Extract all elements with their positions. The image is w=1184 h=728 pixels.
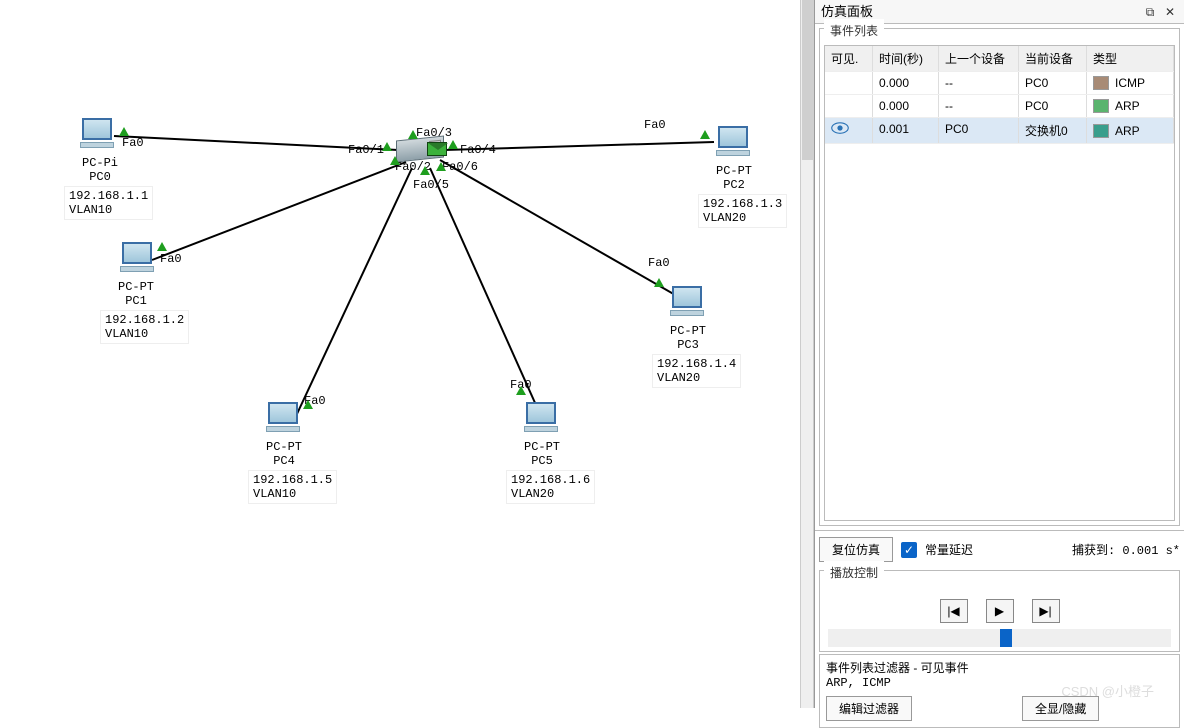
event-list-group: 事件列表 可见. 时间(秒) 上一个设备 当前设备 类型 0.000--PC0I… bbox=[819, 28, 1180, 526]
pc-device-pc2[interactable] bbox=[714, 126, 752, 160]
reset-sim-button[interactable]: 复位仿真 bbox=[819, 537, 893, 562]
filter-protocols: ARP, ICMP bbox=[826, 676, 1173, 690]
skip-next-icon: ▶| bbox=[1039, 604, 1051, 618]
const-delay-label: 常量延迟 bbox=[925, 541, 973, 558]
switch-port-label: Fa0/3 bbox=[416, 126, 452, 140]
pc-device-pc4[interactable] bbox=[264, 402, 302, 436]
show-hide-button[interactable]: 全显/隐藏 bbox=[1022, 696, 1099, 721]
link-up-icon bbox=[420, 166, 430, 175]
event-row[interactable]: 0.001PC0交换机0ARP bbox=[825, 118, 1174, 144]
link-up-icon bbox=[303, 400, 313, 409]
link-up-icon bbox=[157, 242, 167, 251]
canvas-scrollbar[interactable] bbox=[800, 0, 814, 708]
step-back-button[interactable]: |◀ bbox=[940, 599, 968, 623]
topology-canvas[interactable]: Fa0/1Fa0/2Fa0/3Fa0/4Fa0/5Fa0/6PC-Pi PC01… bbox=[0, 0, 812, 708]
pc-info: 192.168.1.3 VLAN20 bbox=[698, 194, 787, 228]
event-table[interactable]: 可见. 时间(秒) 上一个设备 当前设备 类型 0.000--PC0ICMP0.… bbox=[824, 45, 1175, 521]
switch-port-label: Fa0/1 bbox=[348, 143, 384, 157]
switch-port-label: Fa0/4 bbox=[460, 143, 496, 157]
link-up-icon bbox=[700, 130, 710, 139]
link-up-icon bbox=[382, 142, 392, 151]
link-up-icon bbox=[436, 162, 446, 171]
pc-label: PC-Pi PC0 bbox=[82, 156, 118, 184]
event-row[interactable]: 0.000--PC0ICMP bbox=[825, 72, 1174, 95]
col-last: 上一个设备 bbox=[939, 46, 1019, 71]
event-row[interactable]: 0.000--PC0ARP bbox=[825, 95, 1174, 118]
pc-label: PC-PT PC2 bbox=[716, 164, 752, 192]
play-icon: ▶ bbox=[995, 604, 1004, 618]
pc-label: PC-PT PC3 bbox=[670, 324, 706, 352]
event-table-header: 可见. 时间(秒) 上一个设备 当前设备 类型 bbox=[825, 46, 1174, 72]
playback-group: 播放控制 |◀ ▶ ▶| bbox=[819, 570, 1180, 652]
col-time: 时间(秒) bbox=[873, 46, 939, 71]
packet-icon[interactable] bbox=[427, 142, 447, 156]
pc-info: 192.168.1.1 VLAN10 bbox=[64, 186, 153, 220]
switch-port-label: Fa0/5 bbox=[413, 178, 449, 192]
playback-title: 播放控制 bbox=[824, 561, 884, 581]
col-type: 类型 bbox=[1087, 46, 1174, 71]
pc-port-label: Fa0 bbox=[122, 136, 144, 150]
skip-prev-icon: |◀ bbox=[947, 604, 959, 618]
pc-info: 192.168.1.5 VLAN10 bbox=[248, 470, 337, 504]
col-cur: 当前设备 bbox=[1019, 46, 1087, 71]
pc-device-pc0[interactable] bbox=[78, 118, 116, 152]
link-up-icon bbox=[516, 386, 526, 395]
link-up-icon bbox=[448, 140, 458, 149]
simulation-panel: 仿真面板 ⧉ ✕ 事件列表 可见. 时间(秒) 上一个设备 当前设备 类型 0.… bbox=[814, 0, 1184, 708]
pc-label: PC-PT PC1 bbox=[118, 280, 154, 308]
speed-slider[interactable] bbox=[828, 629, 1171, 647]
pc-port-label: Fa0 bbox=[644, 118, 666, 132]
pc-info: 192.168.1.2 VLAN10 bbox=[100, 310, 189, 344]
captured-text: 捕获到: 0.001 s* bbox=[1072, 541, 1180, 558]
link-up-icon bbox=[390, 156, 400, 165]
switch-port-label: Fa0/6 bbox=[442, 160, 478, 174]
link-up-icon bbox=[119, 127, 129, 136]
link-up-icon bbox=[408, 130, 418, 139]
pc-info: 192.168.1.4 VLAN20 bbox=[652, 354, 741, 388]
pc-label: PC-PT PC4 bbox=[266, 440, 302, 468]
filter-group: 事件列表过滤器 - 可见事件 ARP, ICMP 编辑过滤器 全显/隐藏 bbox=[819, 654, 1180, 728]
event-list-title: 事件列表 bbox=[824, 19, 884, 39]
const-delay-checkbox[interactable]: ✓ bbox=[901, 542, 917, 558]
panel-dock-icon[interactable]: ⧉ bbox=[1142, 4, 1158, 20]
pc-device-pc5[interactable] bbox=[522, 402, 560, 436]
pc-label: PC-PT PC5 bbox=[524, 440, 560, 468]
pc-port-label: Fa0 bbox=[648, 256, 670, 270]
pc-port-label: Fa0 bbox=[160, 252, 182, 266]
pc-device-pc1[interactable] bbox=[118, 242, 156, 276]
pc-info: 192.168.1.6 VLAN20 bbox=[506, 470, 595, 504]
edit-filter-button[interactable]: 编辑过滤器 bbox=[826, 696, 912, 721]
panel-close-icon[interactable]: ✕ bbox=[1162, 4, 1178, 20]
step-fwd-button[interactable]: ▶| bbox=[1032, 599, 1060, 623]
play-button[interactable]: ▶ bbox=[986, 599, 1014, 623]
col-vis: 可见. bbox=[825, 46, 873, 71]
eye-icon bbox=[831, 122, 849, 134]
pc-device-pc3[interactable] bbox=[668, 286, 706, 320]
link-up-icon bbox=[654, 278, 664, 287]
filter-title: 事件列表过滤器 - 可见事件 bbox=[826, 659, 1173, 676]
